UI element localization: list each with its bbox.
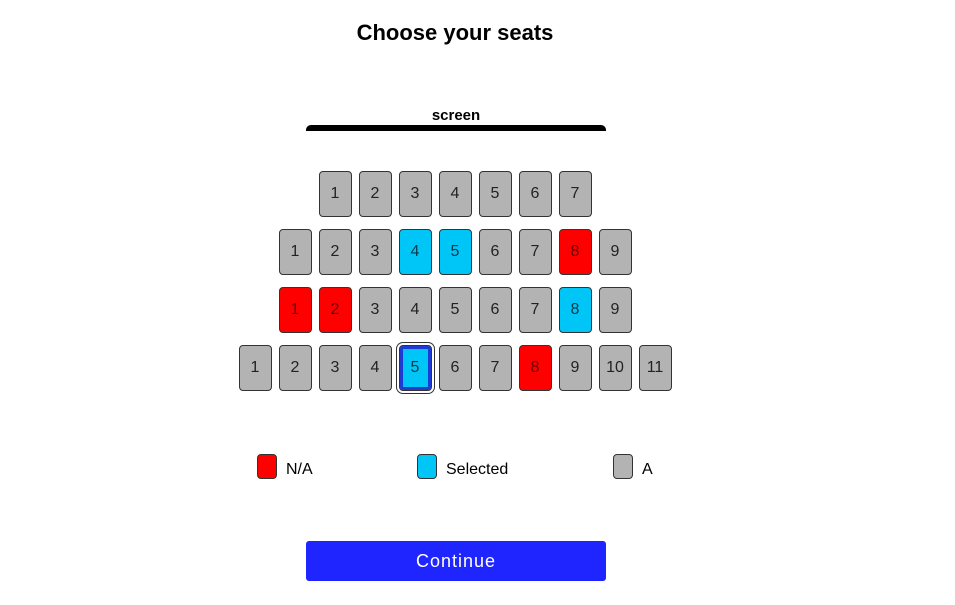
- seat-r1-5[interactable]: 5: [478, 171, 512, 217]
- legend-swatch-not-available: [257, 454, 277, 479]
- seat-r1-7[interactable]: 7: [558, 171, 592, 217]
- seat-row-2: 123456789: [278, 229, 634, 277]
- legend-not-available: N/A: [257, 454, 313, 479]
- screen-label: screen: [431, 107, 481, 124]
- seat-r2-8: 8: [558, 229, 592, 275]
- seat-r1-6[interactable]: 6: [518, 171, 552, 217]
- seat-r4-2[interactable]: 2: [278, 345, 312, 391]
- seat-r2-2[interactable]: 2: [318, 229, 352, 275]
- seat-r4-8: 8: [518, 345, 552, 391]
- seat-r4-9[interactable]: 9: [558, 345, 592, 391]
- seat-r4-3[interactable]: 3: [318, 345, 352, 391]
- seat-row-1: 1234567: [318, 171, 594, 219]
- seat-row-3: 123456789: [278, 287, 634, 335]
- seat-r4-10[interactable]: 10: [598, 345, 632, 391]
- continue-button[interactable]: Continue: [306, 541, 606, 581]
- seat-r1-3[interactable]: 3: [398, 171, 432, 217]
- legend-selected: Selected: [417, 454, 508, 479]
- seat-r4-1[interactable]: 1: [238, 345, 272, 391]
- legend-label-not-available: N/A: [286, 461, 313, 478]
- seat-r2-5[interactable]: 5: [438, 229, 472, 275]
- seat-r2-6[interactable]: 6: [478, 229, 512, 275]
- seat-r3-3[interactable]: 3: [358, 287, 392, 333]
- seat-selection-page: Choose your seats screen 123456712345678…: [0, 0, 955, 605]
- seat-r4-7[interactable]: 7: [478, 345, 512, 391]
- seat-r2-4[interactable]: 4: [398, 229, 432, 275]
- seat-r4-5[interactable]: 5: [398, 345, 432, 391]
- seat-r1-2[interactable]: 2: [358, 171, 392, 217]
- seat-r3-1: 1: [278, 287, 312, 333]
- seat-r2-9[interactable]: 9: [598, 229, 632, 275]
- seat-r4-6[interactable]: 6: [438, 345, 472, 391]
- seat-r1-1[interactable]: 1: [318, 171, 352, 217]
- seat-r3-5[interactable]: 5: [438, 287, 472, 333]
- seat-r2-1[interactable]: 1: [278, 229, 312, 275]
- seat-r4-11[interactable]: 11: [638, 345, 672, 391]
- seat-r3-2: 2: [318, 287, 352, 333]
- seat-r1-4[interactable]: 4: [438, 171, 472, 217]
- legend-available: A: [613, 454, 653, 479]
- screen-indicator: [306, 125, 606, 131]
- legend-swatch-available: [613, 454, 633, 479]
- legend-label-selected: Selected: [446, 461, 509, 478]
- seat-r3-6[interactable]: 6: [478, 287, 512, 333]
- seat-r3-9[interactable]: 9: [598, 287, 632, 333]
- seat-r3-8[interactable]: 8: [558, 287, 592, 333]
- seat-r4-4[interactable]: 4: [358, 345, 392, 391]
- page-title: Choose your seats: [356, 20, 554, 45]
- legend-label-available: A: [642, 461, 653, 478]
- seat-row-4: 1 2 3 4 5 6 7 8 9 10 11: [238, 345, 674, 393]
- seat-r2-3[interactable]: 3: [358, 229, 392, 275]
- seat-r3-4[interactable]: 4: [398, 287, 432, 333]
- seat-r2-7[interactable]: 7: [518, 229, 552, 275]
- legend-swatch-selected: [417, 454, 437, 479]
- seat-r3-7[interactable]: 7: [518, 287, 552, 333]
